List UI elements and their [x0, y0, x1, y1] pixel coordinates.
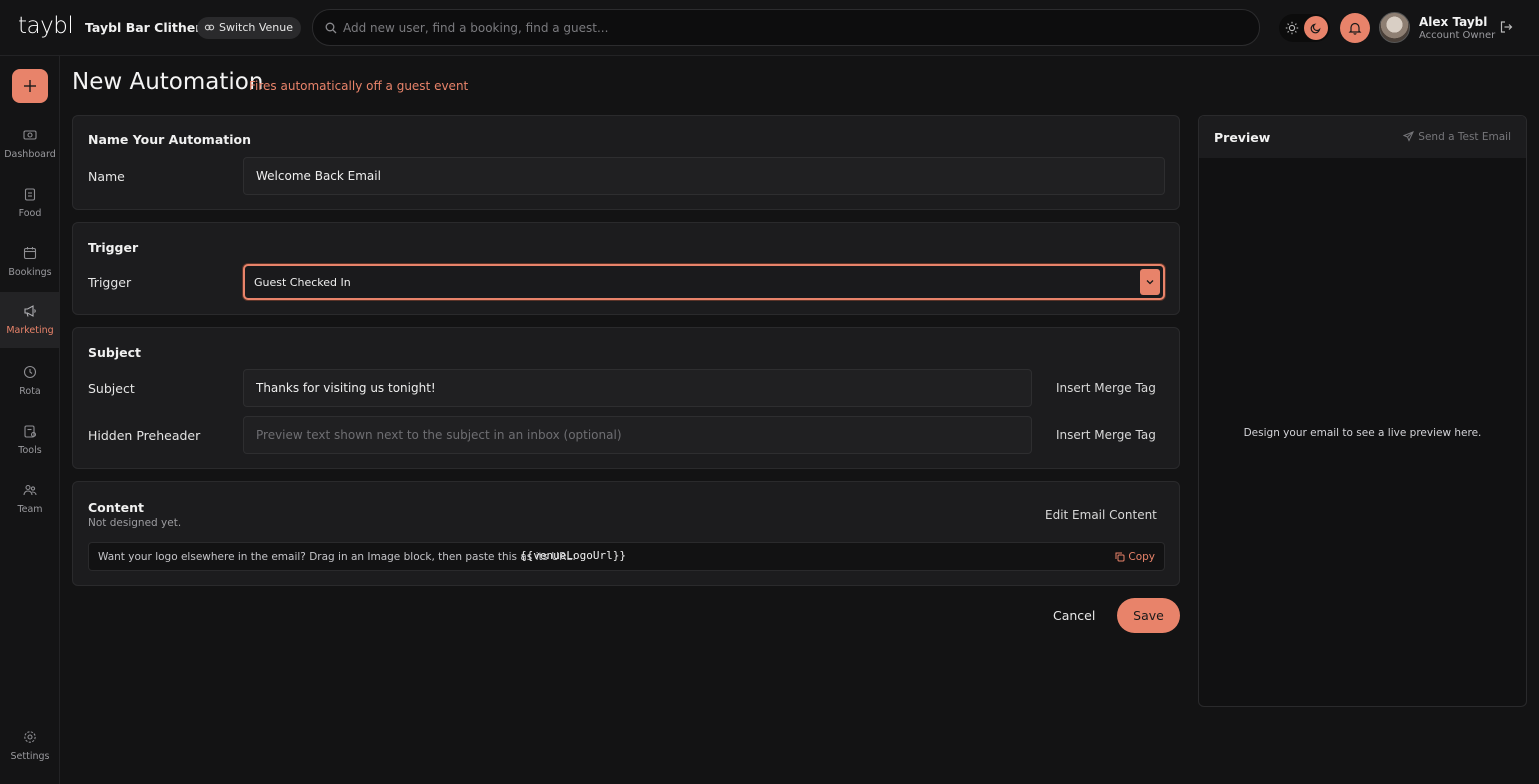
food-icon [24, 188, 36, 201]
search-input[interactable] [343, 10, 1243, 45]
subject-input[interactable] [243, 369, 1032, 407]
theme-toggle[interactable] [1279, 14, 1330, 42]
sidebar-item-marketing[interactable]: Marketing [0, 292, 60, 348]
content-card-title: Content [88, 500, 144, 515]
name-label: Name [88, 169, 125, 184]
top-bar: taybl Taybl Bar Clitheroe Switch Venue A… [0, 0, 1539, 56]
plus-icon [24, 80, 36, 92]
sidebar-item-label: Team [17, 504, 43, 515]
sidebar-item-label: Marketing [6, 325, 54, 336]
user-role: Account Owner [1419, 30, 1496, 41]
trigger-label: Trigger [88, 275, 132, 290]
edit-email-content-button[interactable]: Edit Email Content [1045, 508, 1157, 522]
trigger-card: Trigger Trigger Guest Checked In [72, 222, 1180, 315]
search-icon [325, 22, 337, 34]
save-button[interactable]: Save [1117, 598, 1180, 633]
moon-toggle-active[interactable] [1304, 16, 1328, 40]
taybl-logo[interactable]: taybl [18, 13, 74, 39]
chevron-down-icon [1146, 280, 1154, 285]
sidebar: Dashboard Food Bookings Marketing Rota T… [0, 56, 60, 784]
settings-icon [24, 731, 36, 743]
sidebar-item-label: Settings [10, 751, 50, 762]
sidebar-item-label: Rota [19, 386, 41, 397]
preheader-insert-merge-tag[interactable]: Insert Merge Tag [1056, 428, 1156, 442]
rota-icon [23, 365, 37, 379]
notifications-button[interactable] [1340, 13, 1370, 43]
sidebar-item-team[interactable]: Team [0, 471, 60, 527]
preview-empty-message: Design your email to see a live preview … [1243, 427, 1482, 439]
switch-venue-button[interactable]: Switch Venue [197, 17, 302, 39]
copy-icon [1115, 552, 1125, 562]
content-card: Content Not designed yet. Edit Email Con… [72, 481, 1180, 586]
logo-hint-text: Want your logo elsewhere in the email? D… [98, 551, 576, 563]
logo-url-hint: Want your logo elsewhere in the email? D… [88, 542, 1165, 571]
bookings-icon [23, 247, 37, 260]
preview-panel: Preview Send a Test Email Design your em… [1198, 115, 1527, 707]
content-status: Not designed yet. [88, 517, 182, 529]
preview-title: Preview [1214, 130, 1271, 145]
trigger-select-value: Guest Checked In [254, 276, 351, 289]
sidebar-item-tools[interactable]: Tools [0, 412, 60, 468]
switch-venue-label: Switch Venue [219, 21, 294, 34]
logo-url-code: {{venueLogoUrl}} [520, 549, 626, 562]
tools-icon [24, 425, 37, 438]
user-name[interactable]: Alex Taybl [1419, 15, 1487, 29]
preheader-label: Hidden Preheader [88, 428, 201, 443]
dashboard-icon [23, 130, 37, 140]
page-subtitle: Fires automatically off a guest event [249, 79, 469, 93]
global-search[interactable] [312, 9, 1260, 46]
trigger-select-toggle[interactable] [1140, 269, 1160, 295]
subject-card: Subject Subject Insert Merge Tag Hidden … [72, 327, 1180, 469]
sidebar-item-bookings[interactable]: Bookings [0, 234, 60, 290]
cancel-button[interactable]: Cancel [1053, 608, 1095, 623]
team-icon [23, 484, 37, 496]
trigger-card-title: Trigger [88, 240, 139, 255]
sidebar-item-label: Bookings [8, 267, 52, 278]
quick-add-button[interactable] [12, 69, 48, 103]
trigger-select[interactable]: Guest Checked In [243, 264, 1165, 300]
sidebar-item-label: Food [18, 208, 42, 219]
send-test-email-label: Send a Test Email [1418, 131, 1511, 143]
copy-label: Copy [1128, 551, 1155, 563]
logout-icon[interactable] [1499, 20, 1513, 34]
subject-label: Subject [88, 381, 135, 396]
preview-header: Preview Send a Test Email [1199, 116, 1526, 158]
page-title: New Automation [72, 69, 264, 95]
name-input[interactable] [243, 157, 1165, 195]
send-test-email-button[interactable]: Send a Test Email [1403, 131, 1511, 143]
bell-icon [1348, 22, 1362, 35]
subject-card-title: Subject [88, 345, 141, 360]
sun-icon[interactable] [1285, 21, 1299, 35]
moon-icon [1310, 23, 1321, 34]
preheader-input[interactable] [243, 416, 1032, 454]
sidebar-item-label: Tools [18, 445, 42, 456]
send-icon [1403, 131, 1415, 142]
sidebar-item-dashboard[interactable]: Dashboard [0, 116, 60, 172]
sidebar-item-rota[interactable]: Rota [0, 353, 60, 409]
user-avatar[interactable] [1379, 12, 1410, 43]
sidebar-item-food[interactable]: Food [0, 175, 60, 231]
copy-button[interactable]: Copy [1115, 551, 1155, 563]
sidebar-item-settings[interactable]: Settings [0, 718, 60, 774]
megaphone-icon [24, 305, 36, 317]
switch-icon [204, 24, 215, 31]
sidebar-item-label: Dashboard [4, 149, 56, 160]
name-card-title: Name Your Automation [88, 132, 252, 147]
name-card: Name Your Automation Name [72, 115, 1180, 210]
subject-insert-merge-tag[interactable]: Insert Merge Tag [1056, 381, 1156, 395]
